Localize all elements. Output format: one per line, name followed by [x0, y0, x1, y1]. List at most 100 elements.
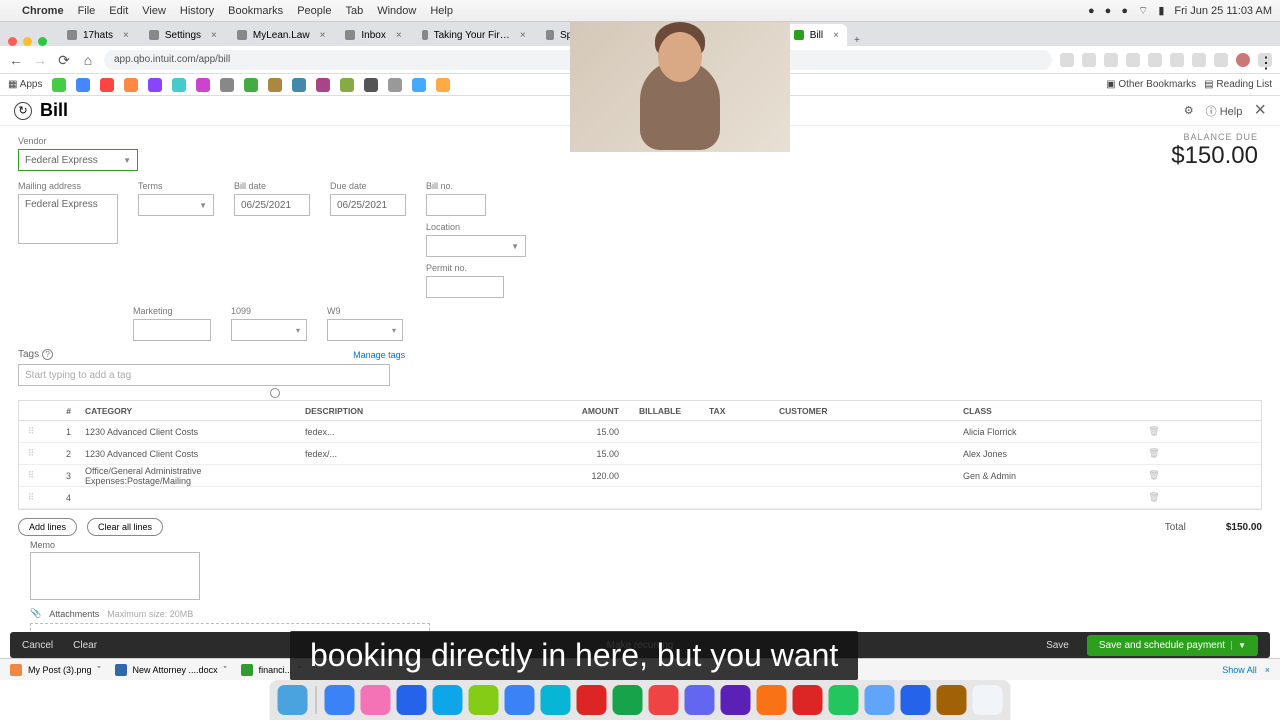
bookmark-icon[interactable]	[196, 78, 210, 92]
menu-window[interactable]: Window	[377, 5, 416, 17]
status-icon[interactable]: ●	[1121, 5, 1128, 17]
dock-app-icon[interactable]	[937, 685, 967, 715]
chevron-down-icon[interactable]: ˇ	[224, 665, 227, 675]
profile-icon[interactable]	[1236, 53, 1250, 67]
dock-app-icon[interactable]	[685, 685, 715, 715]
chevron-down-icon[interactable]: ˇ	[98, 665, 101, 675]
table-row[interactable]: ⠿21230 Advanced Client Costsfedex/...15.…	[19, 443, 1261, 465]
drag-handle-icon[interactable]: ⠿	[19, 470, 43, 481]
bookmark-icon[interactable]	[52, 78, 66, 92]
save-schedule-button[interactable]: Save and schedule payment▼	[1087, 635, 1258, 656]
window-zoom-icon[interactable]	[38, 37, 47, 46]
menu-view[interactable]: View	[142, 5, 166, 17]
dock-app-icon[interactable]	[793, 685, 823, 715]
download-item[interactable]: New Attorney ....docxˇ	[115, 664, 227, 676]
dock-app-icon[interactable]	[721, 685, 751, 715]
close-icon[interactable]: ×	[320, 30, 326, 41]
tab[interactable]: Taking Your Firm Virtual 2021×	[414, 24, 534, 46]
delete-row-icon[interactable]: 🗑	[1139, 448, 1169, 459]
menu-file[interactable]: File	[78, 5, 96, 17]
billno-input[interactable]	[426, 194, 486, 216]
dock-app-icon[interactable]	[361, 685, 391, 715]
menu-edit[interactable]: Edit	[109, 5, 128, 17]
add-lines-button[interactable]: Add lines	[18, 518, 77, 536]
history-icon[interactable]: ↻	[14, 102, 32, 120]
help-icon[interactable]: ?	[42, 349, 53, 360]
menu-tab[interactable]: Tab	[345, 5, 363, 17]
permit-input[interactable]	[426, 276, 504, 298]
tab[interactable]: MyLean.Law×	[229, 24, 334, 46]
app-name[interactable]: Chrome	[22, 5, 64, 17]
tab[interactable]: Inbox×	[337, 24, 409, 46]
clock[interactable]: Fri Jun 25 11:03 AM	[1174, 5, 1272, 17]
delete-row-icon[interactable]: 🗑	[1139, 426, 1169, 437]
dock-app-icon[interactable]	[278, 685, 308, 715]
dock-app-icon[interactable]	[829, 685, 859, 715]
back-button[interactable]: ←	[8, 52, 24, 68]
delete-row-icon[interactable]: 🗑	[1139, 470, 1169, 481]
reload-button[interactable]: ⟳	[56, 52, 72, 68]
home-button[interactable]: ⌂	[80, 52, 96, 68]
delete-row-icon[interactable]: 🗑	[1139, 492, 1169, 503]
bookmark-icon[interactable]	[148, 78, 162, 92]
dock-app-icon[interactable]	[541, 685, 571, 715]
close-icon[interactable]: ×	[396, 30, 402, 41]
menu-help[interactable]: Help	[430, 5, 453, 17]
dock-app-icon[interactable]	[397, 685, 427, 715]
new-tab-button[interactable]: +	[847, 35, 867, 46]
tags-input[interactable]: Start typing to add a tag	[18, 364, 390, 386]
duedate-input[interactable]: 06/25/2021	[330, 194, 406, 216]
dock-app-icon[interactable]	[577, 685, 607, 715]
extension-icon[interactable]	[1170, 53, 1184, 67]
extension-icon[interactable]	[1214, 53, 1228, 67]
dock-app-icon[interactable]	[757, 685, 787, 715]
close-icon[interactable]: ×	[1265, 665, 1270, 675]
bookmark-icon[interactable]	[436, 78, 450, 92]
extension-icon[interactable]	[1060, 53, 1074, 67]
gear-icon[interactable]: ⚙	[1184, 104, 1194, 117]
chevron-down-icon[interactable]: ▼	[1231, 641, 1246, 650]
dock-app-icon[interactable]	[469, 685, 499, 715]
clear-button[interactable]: Clear	[73, 640, 97, 651]
bookmark-icon[interactable]	[292, 78, 306, 92]
dock-app-icon[interactable]	[613, 685, 643, 715]
billdate-input[interactable]: 06/25/2021	[234, 194, 310, 216]
marketing-input[interactable]	[133, 319, 211, 341]
bookmark-icon[interactable]	[220, 78, 234, 92]
attachment-icon[interactable]: 📎	[30, 608, 41, 619]
tab[interactable]: 17hats×	[59, 24, 137, 46]
drag-handle-icon[interactable]: ⠿	[19, 448, 43, 459]
bookmark-icon[interactable]	[364, 78, 378, 92]
vendor-select[interactable]: Federal Express▼	[18, 149, 138, 171]
bookmark-icon[interactable]	[76, 78, 90, 92]
bookmark-icon[interactable]	[316, 78, 330, 92]
show-all-downloads[interactable]: Show All	[1222, 665, 1257, 675]
dock-app-icon[interactable]	[973, 685, 1003, 715]
bookmark-icon[interactable]	[172, 78, 186, 92]
dock-app-icon[interactable]	[325, 685, 355, 715]
extension-icon[interactable]	[1148, 53, 1162, 67]
w9-select[interactable]: ▾	[327, 319, 403, 341]
menu-people[interactable]: People	[297, 5, 331, 17]
close-icon[interactable]: ×	[833, 30, 839, 41]
extension-icon[interactable]	[1126, 53, 1140, 67]
save-button[interactable]: Save	[1036, 636, 1079, 655]
bookmark-icon[interactable]	[340, 78, 354, 92]
location-select[interactable]: ▼	[426, 235, 526, 257]
forward-button[interactable]: →	[32, 52, 48, 68]
extension-icon[interactable]	[1104, 53, 1118, 67]
webcam-overlay[interactable]	[570, 22, 790, 152]
apps-button[interactable]: ▦ Apps	[8, 79, 42, 90]
terms-select[interactable]: ▼	[138, 194, 214, 216]
close-icon[interactable]: ×	[211, 30, 217, 41]
status-icon[interactable]: ●	[1105, 5, 1112, 17]
drag-handle-icon[interactable]: ⠿	[19, 426, 43, 437]
menu-history[interactable]: History	[180, 5, 214, 17]
dock-app-icon[interactable]	[433, 685, 463, 715]
bookmark-icon[interactable]	[124, 78, 138, 92]
extension-icon[interactable]	[1082, 53, 1096, 67]
bookmark-icon[interactable]	[244, 78, 258, 92]
bookmark-icon[interactable]	[412, 78, 426, 92]
bookmark-icon[interactable]	[268, 78, 282, 92]
help-button[interactable]: ⓘ Help	[1206, 103, 1243, 119]
